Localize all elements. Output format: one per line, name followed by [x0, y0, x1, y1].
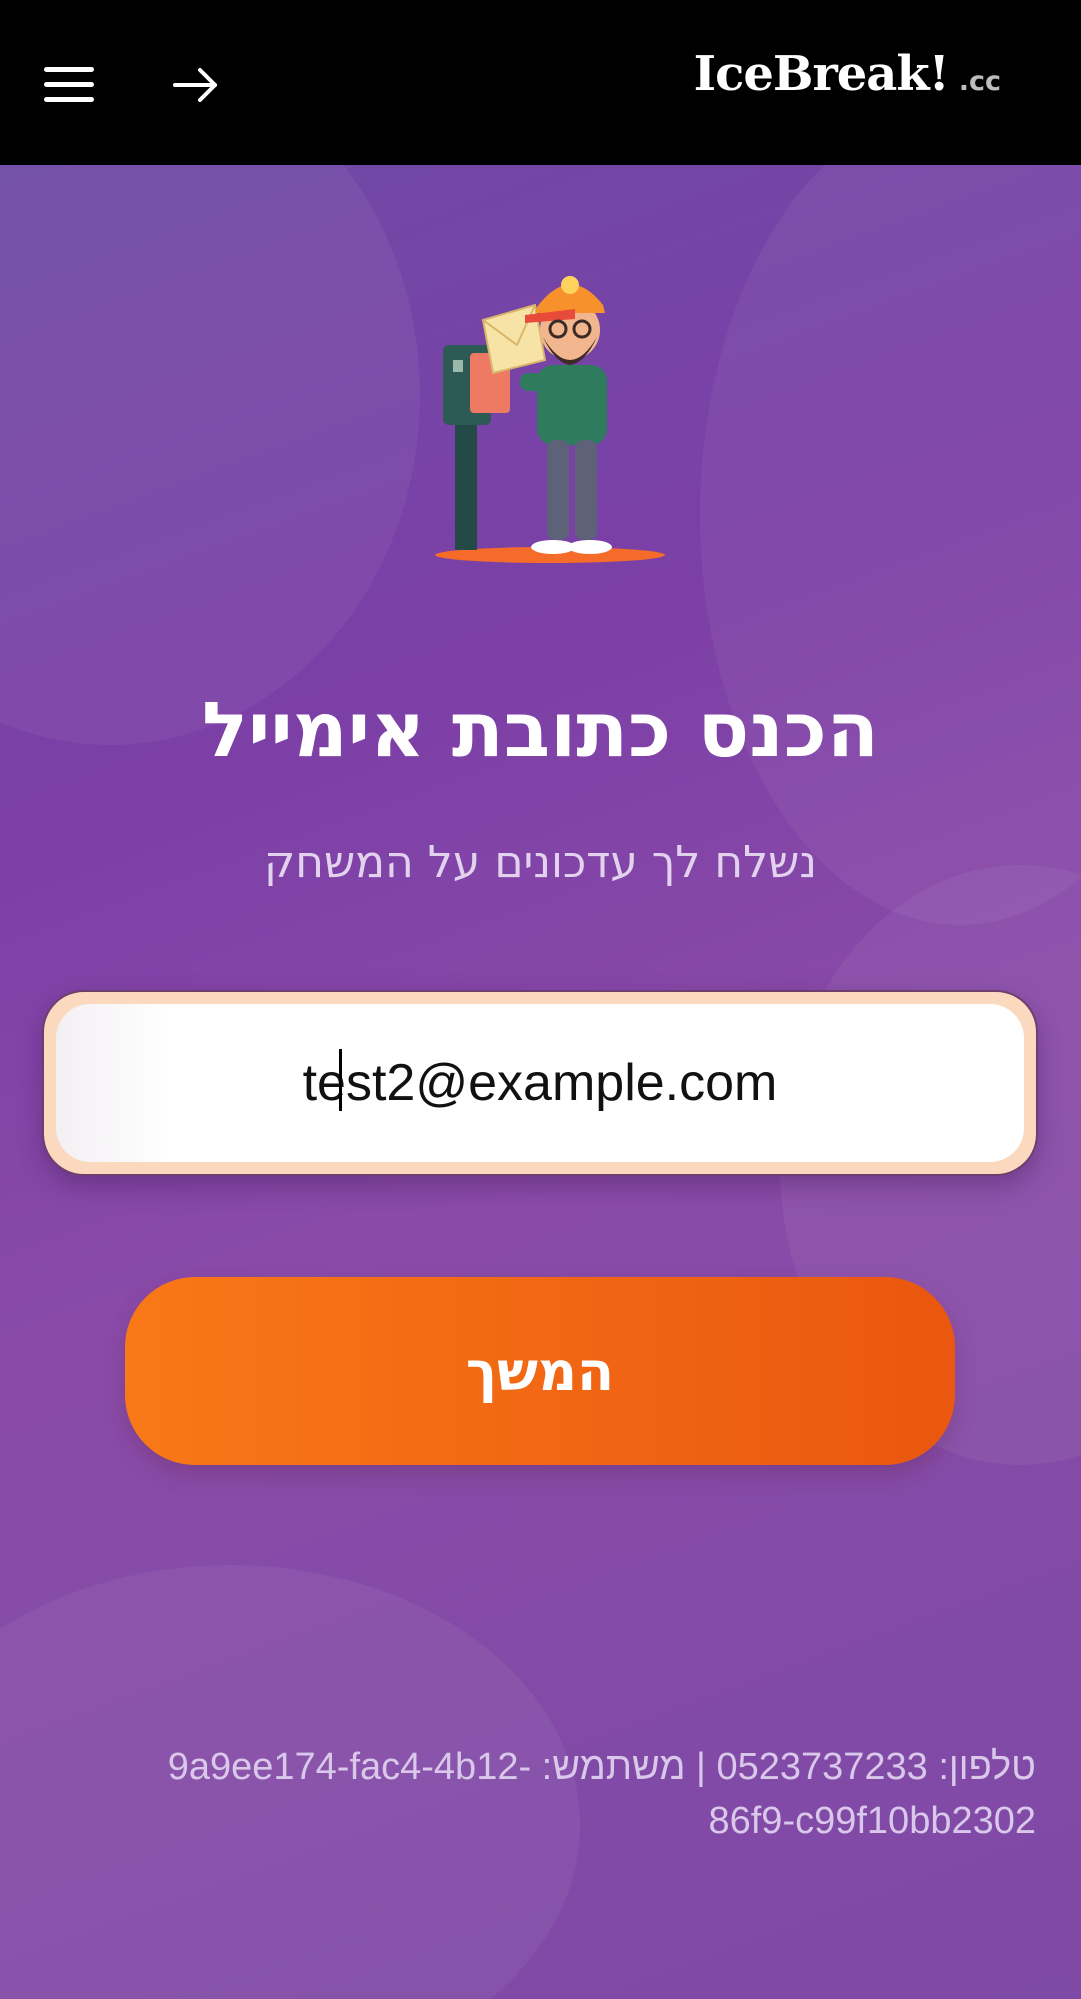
page-subtitle: נשלח לך עדכונים על המשחק	[264, 837, 817, 888]
continue-button[interactable]: המשך	[125, 1277, 955, 1465]
hamburger-menu-icon[interactable]	[30, 55, 110, 115]
logo-suffix-text: .cc	[958, 66, 1001, 97]
user-info-footer: טלפון: 0523737233 | משתמש: 9a9ee174-fac4…	[167, 1746, 1036, 1842]
email-field-wrapper	[42, 990, 1038, 1176]
page-title: הכנס כתובת אימייל	[201, 685, 880, 774]
app-logo[interactable]: IceBreak! .cc	[694, 46, 1001, 102]
email-field[interactable]	[56, 1004, 1024, 1162]
main-content: הכנס כתובת אימייל נשלח לך עדכונים על המש…	[0, 165, 1081, 1999]
mailman-mailbox-illustration	[425, 265, 675, 565]
page: IceBreak! .cc הכנס כתובת אימייל נשלח לך …	[0, 0, 1081, 1999]
top-bar: IceBreak! .cc	[0, 0, 1081, 165]
background-shape	[0, 165, 420, 745]
background-shape	[700, 165, 1081, 925]
arrow-right-icon[interactable]	[160, 52, 230, 118]
logo-main-text: IceBreak!	[693, 46, 950, 102]
text-caret	[339, 1049, 342, 1111]
